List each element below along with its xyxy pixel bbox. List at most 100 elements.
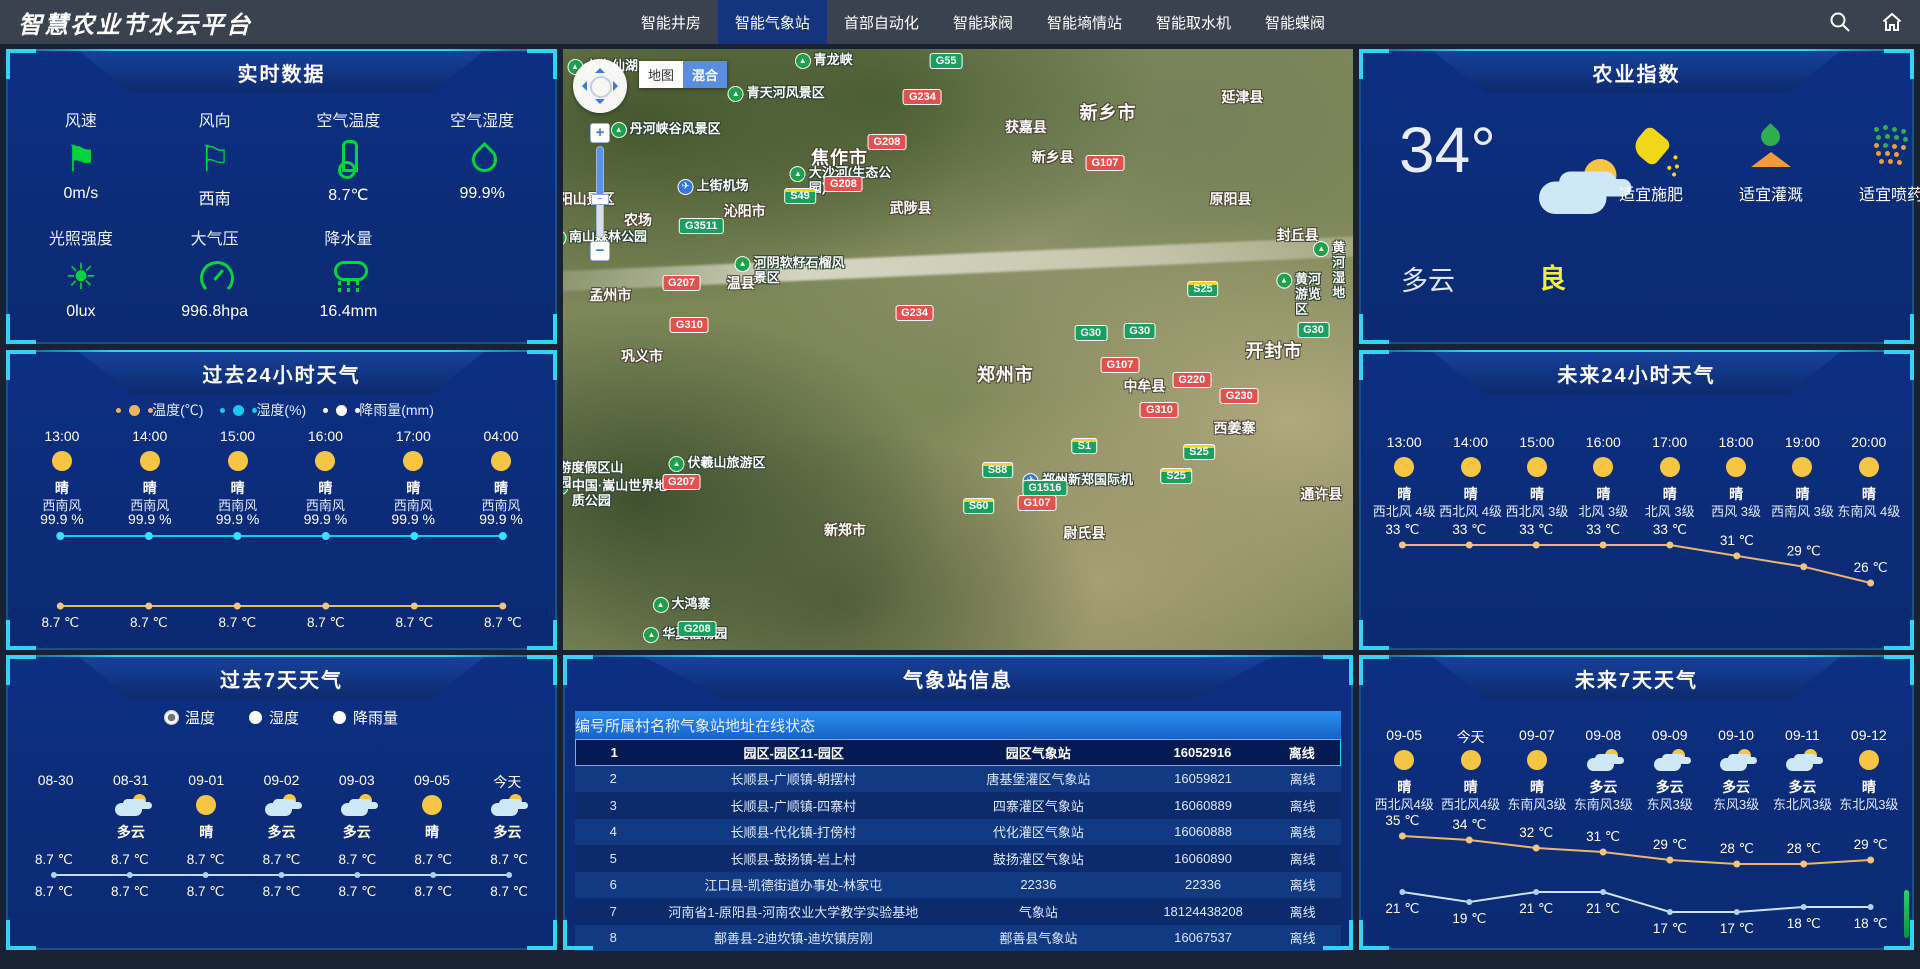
zoom-in-button[interactable]: + — [590, 123, 610, 143]
irrigate-icon — [1748, 125, 1794, 167]
sun-icon — [1527, 457, 1547, 477]
scenic-marker-icon[interactable]: ▲ — [790, 166, 806, 182]
table-header-cell: 名称 — [650, 715, 680, 736]
nav-tab[interactable]: 智能球阀 — [936, 0, 1030, 44]
map-town-label: 巩义市 — [621, 346, 663, 366]
top-icons — [1828, 0, 1904, 44]
svg-text:8.7 ℃: 8.7 ℃ — [187, 852, 225, 867]
svg-text:8.7 ℃: 8.7 ℃ — [414, 884, 452, 899]
scenic-marker-icon[interactable]: ▲ — [795, 53, 811, 69]
cell-no: 7 — [575, 904, 652, 919]
metric-radio[interactable]: 温度 — [165, 707, 215, 728]
weather-icon — [394, 792, 469, 818]
table-row[interactable]: 5 长顺县-鼓扬镇-岩上村 鼓扬灌区气象站 16060890 离线 — [575, 845, 1341, 872]
cell-address: 16060888 — [1142, 824, 1265, 839]
radio-icon[interactable] — [165, 711, 178, 724]
map-pan-control[interactable] — [573, 59, 627, 113]
cell-address: 16067537 — [1142, 930, 1265, 945]
metric-radio[interactable]: 湿度 — [249, 707, 299, 728]
scenic-marker-icon[interactable]: ▲ — [652, 597, 668, 613]
cell-no: 6 — [575, 877, 652, 892]
nav-tab[interactable]: 智能气象站 — [718, 0, 827, 44]
top-bar: 智慧农业节水云平台 智能井房 智能气象站 首部自动化 智能球阀 — [0, 0, 1920, 44]
humidity-label: 99.9 % — [18, 511, 106, 528]
road-badge: G310 — [670, 317, 709, 333]
nav-tab[interactable]: 智能墒情站 — [1030, 0, 1139, 44]
agri-index-label: 适宜喷药 — [1851, 181, 1920, 205]
wind-label: 北风 3级 — [1637, 501, 1703, 517]
table-row[interactable]: 4 长顺县-代化镇-打傍村 代化灌区气象站 16060888 离线 — [575, 819, 1341, 846]
sun-icon — [1527, 750, 1547, 770]
time-label: 17:00 — [369, 428, 457, 444]
map[interactable]: 焦作市新乡市郑州市开封市 获嘉县新乡县延津县武陟县原阳县封丘县沁阳市孟州市温县巩… — [563, 49, 1353, 650]
cell-address: 16060890 — [1142, 851, 1265, 866]
pan-up-icon[interactable] — [595, 63, 605, 73]
weather-icon — [1570, 747, 1636, 773]
wind-label: 西北风 3级 — [1504, 501, 1570, 517]
legend-label: 降雨量(mm) — [359, 400, 434, 420]
pan-right-icon[interactable] — [613, 81, 623, 91]
scenic-marker-icon[interactable]: ▲ — [611, 122, 627, 138]
metric-radio[interactable]: 降雨量 — [333, 707, 398, 728]
pan-left-icon[interactable] — [577, 81, 587, 91]
cell-name: 气象站 — [935, 902, 1142, 921]
scenic-marker-icon[interactable]: ▲ — [1276, 273, 1292, 289]
cloudy-icon — [1539, 159, 1619, 214]
sun-icon — [140, 451, 160, 471]
metric: 空气温度 8.7℃ — [282, 107, 416, 209]
table-row[interactable]: 6 江口县-凯德街道办事处-林家屯 22336 22336 离线 — [575, 872, 1341, 899]
table-row[interactable]: 2 长顺县-广顺镇-朝摆村 唐基堡灌区气象站 16059821 离线 — [575, 766, 1341, 793]
scenic-marker-icon[interactable]: ▲ — [669, 456, 685, 472]
wind-label: 西南风 3级 — [1769, 501, 1835, 517]
scenic-marker-icon[interactable]: ▲ — [1313, 241, 1329, 257]
map-type-button[interactable]: 混合 — [683, 61, 727, 88]
scenic-marker-icon[interactable]: ▲ — [643, 627, 659, 643]
agri-index-item: 适宜施肥 — [1611, 123, 1691, 205]
nav-tab[interactable]: 智能井房 — [624, 0, 718, 44]
cell-status: 离线 — [1264, 769, 1341, 788]
panel-scrollbar[interactable] — [1904, 890, 1909, 938]
table-row[interactable]: 1 园区-园区11-园区 园区气象站 16052916 离线 — [575, 739, 1341, 766]
svg-text:8.7 ℃: 8.7 ℃ — [395, 615, 433, 630]
table-row[interactable]: 8 鄯善县-2迪坎镇-迪坎镇房刚 鄯善县气象站 16067537 离线 — [575, 925, 1341, 952]
next24-columns: 13:00 晴 西北风 4级 14:00 晴 西北风 4级 — [1361, 434, 1912, 517]
cell-village: 鄯善县-2迪坎镇-迪坎镇房刚 — [652, 928, 935, 947]
table-row[interactable]: 7 河南省1-原阳县-河南农业大学教学实验基地 气象站 18124438208 … — [575, 898, 1341, 925]
metric-value: 0m/s — [14, 185, 148, 203]
legend-item[interactable]: 湿度(%) — [233, 400, 306, 420]
legend-item[interactable]: 温度(℃) — [129, 400, 203, 420]
scenic-marker-icon[interactable]: ▲ — [728, 86, 744, 102]
scenic-marker-icon[interactable]: ▲ — [563, 230, 566, 246]
zoom-track[interactable]: − — [596, 146, 604, 238]
cloudy-icon — [491, 794, 523, 816]
time-label: 15:00 — [194, 428, 282, 444]
scenic-marker-icon[interactable]: ▲ — [735, 256, 751, 272]
radio-icon[interactable] — [333, 711, 346, 724]
search-icon[interactable] — [1828, 10, 1852, 34]
map-town-label: 延津县 — [1221, 87, 1263, 107]
svg-text:8.7 ℃: 8.7 ℃ — [263, 852, 301, 867]
past7-columns: 08-30 08-31 多云 — [8, 772, 555, 839]
zoom-handle[interactable]: − — [591, 194, 609, 205]
nav-tab[interactable]: 首部自动化 — [827, 0, 936, 44]
table-header-cell: 编号 — [575, 715, 605, 736]
map-type-button[interactable]: 地图 — [639, 61, 683, 88]
airport-marker-icon[interactable]: ✈ — [678, 179, 694, 195]
home-icon[interactable] — [1880, 10, 1904, 34]
radio-icon[interactable] — [249, 711, 262, 724]
pan-down-icon[interactable] — [595, 99, 605, 109]
spray-icon — [1870, 125, 1912, 167]
hour-weather-item: 19:00 晴 西南风 3级 — [1769, 434, 1835, 517]
zoom-out-button[interactable]: − — [590, 241, 610, 261]
table-row[interactable]: 3 长顺县-广顺镇-四寨村 四寨灌区气象站 16060889 离线 — [575, 792, 1341, 819]
cell-no: 3 — [575, 798, 652, 813]
svg-text:29 ℃: 29 ℃ — [1653, 837, 1687, 852]
cell-no: 4 — [575, 824, 652, 839]
legend-item[interactable]: 降雨量(mm) — [336, 400, 434, 420]
nav-tab[interactable]: 智能取水机 — [1139, 0, 1248, 44]
svg-text:29 ℃: 29 ℃ — [1854, 837, 1888, 852]
road-badge: G234 — [895, 305, 934, 321]
svg-text:17 ℃: 17 ℃ — [1720, 921, 1754, 936]
nav-tab[interactable]: 智能蝶阀 — [1248, 0, 1342, 44]
svg-text:33 ℃: 33 ℃ — [1452, 522, 1486, 537]
